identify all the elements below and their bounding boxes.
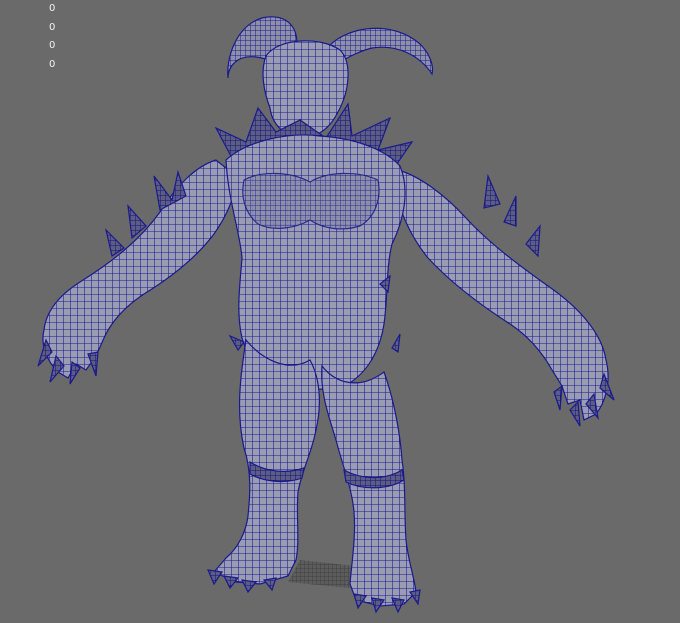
ground-shadow [288, 560, 356, 588]
chest-shading [242, 172, 380, 230]
demon-model[interactable] [37, 16, 615, 614]
left-leg [213, 338, 320, 585]
right-arm [395, 169, 609, 421]
model-scene[interactable] [0, 0, 680, 623]
3d-viewport[interactable]: 0 0 0 0 [0, 0, 680, 623]
left-arm [42, 159, 237, 379]
